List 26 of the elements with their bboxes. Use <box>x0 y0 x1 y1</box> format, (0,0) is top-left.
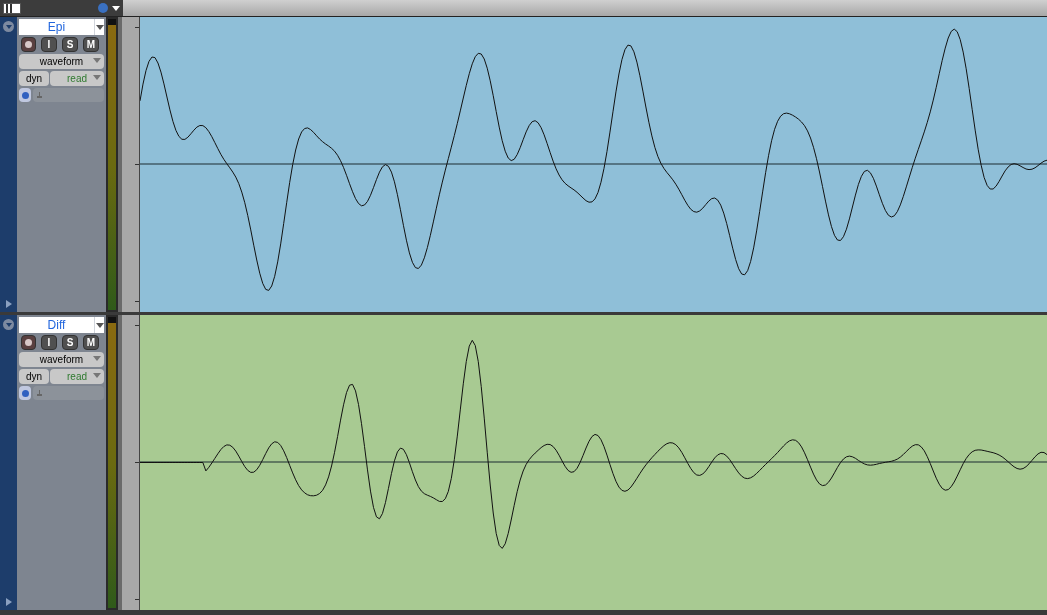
clock-icon[interactable] <box>98 3 108 13</box>
pin-icon <box>37 92 42 98</box>
track-name-field[interactable]: Epi <box>19 19 104 35</box>
view-dropdown[interactable]: waveform <box>19 54 104 69</box>
record-button[interactable] <box>21 37 36 52</box>
automation-button[interactable]: dyn <box>19 369 49 384</box>
columns-icon[interactable] <box>3 2 21 14</box>
pin-icon <box>37 390 42 396</box>
track-toggle-button[interactable]: I <box>41 335 57 350</box>
record-button[interactable] <box>21 335 36 350</box>
record-icon <box>25 41 32 48</box>
collapse-icon[interactable] <box>3 319 14 330</box>
track-name-field[interactable]: Diff <box>19 317 104 333</box>
track-toggle-button[interactable]: I <box>41 37 57 52</box>
timebase-icon[interactable] <box>19 386 31 400</box>
view-dropdown[interactable]: waveform <box>19 352 104 367</box>
timebase-icon[interactable] <box>19 88 31 102</box>
track-toggle-button[interactable]: S <box>62 37 78 52</box>
automation-button[interactable]: dyn <box>19 71 49 86</box>
record-icon <box>25 339 32 346</box>
track-toggle-button[interactable]: M <box>83 37 99 52</box>
expand-icon[interactable] <box>5 598 12 606</box>
track-toggle-button[interactable]: M <box>83 335 99 350</box>
expand-icon[interactable] <box>5 300 12 308</box>
collapse-icon[interactable] <box>3 21 14 32</box>
track-toggle-button[interactable]: S <box>62 335 78 350</box>
